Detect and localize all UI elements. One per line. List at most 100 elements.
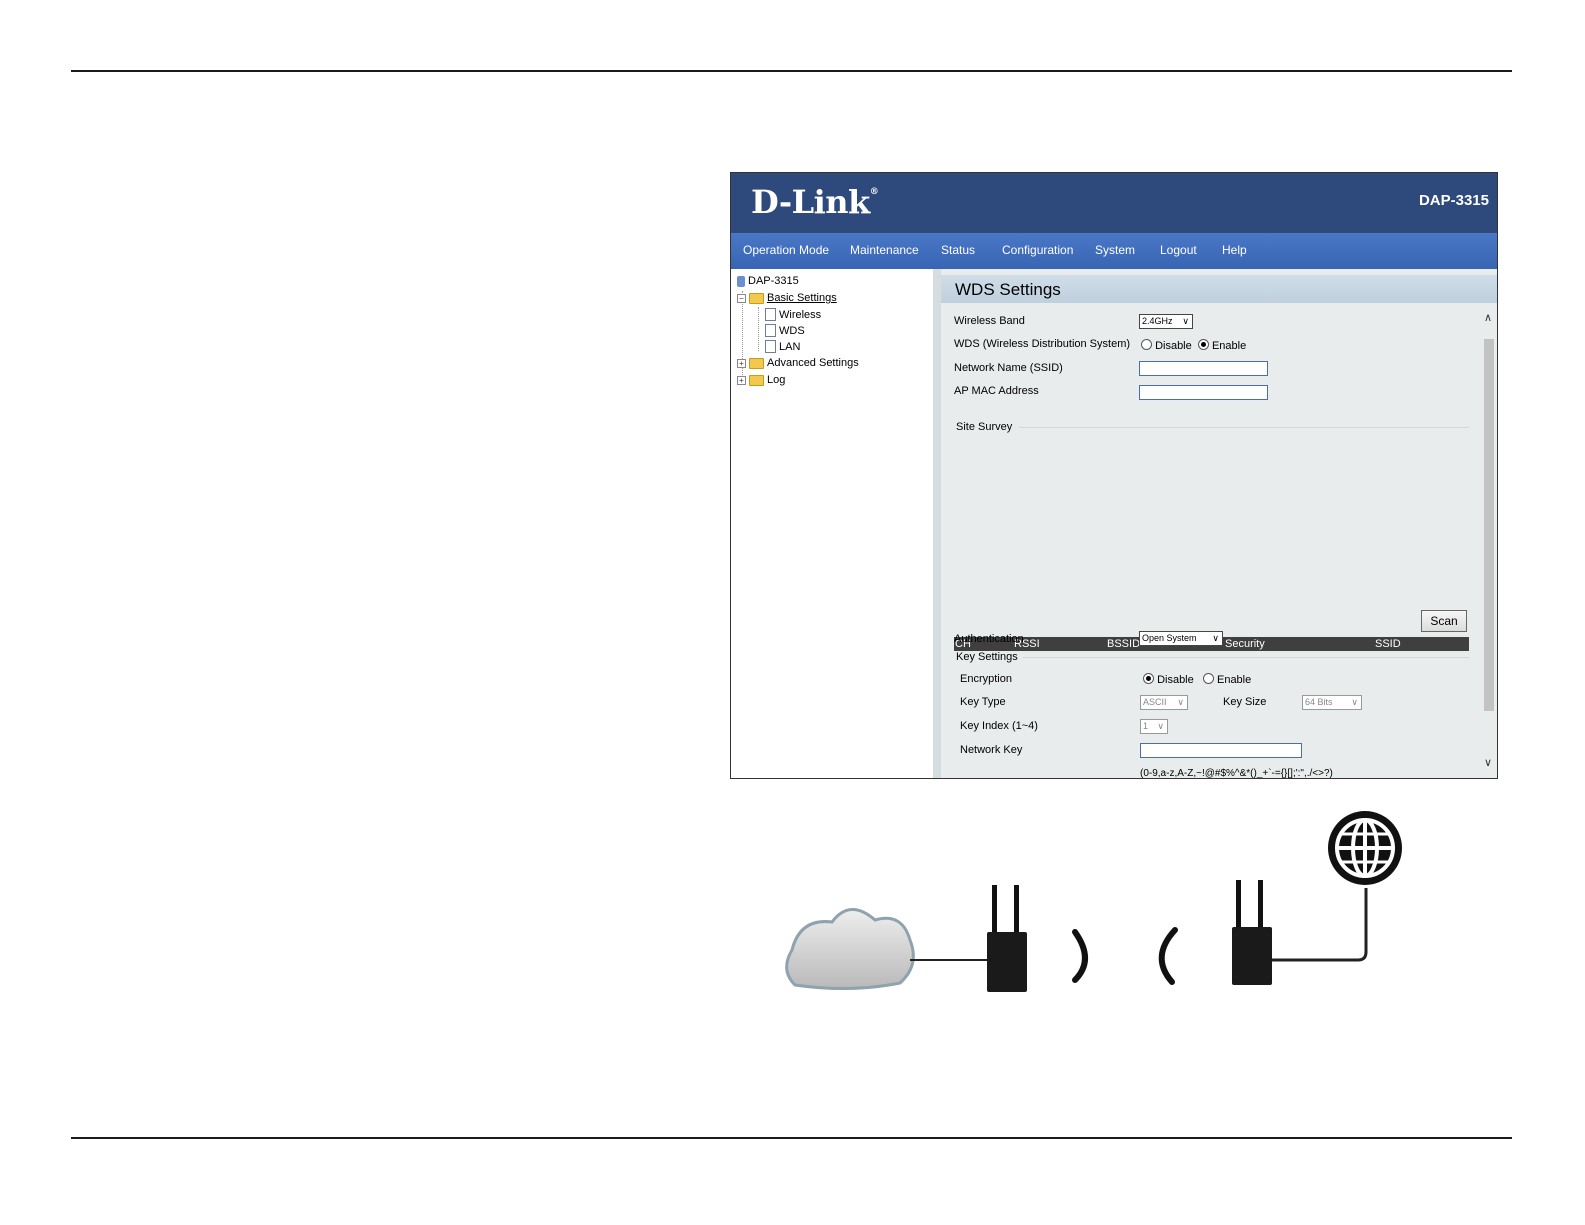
encryption-radio-group: Disable Enable (1143, 673, 1251, 686)
wds-disable-label: Disable (1155, 340, 1192, 352)
wds-label: WDS (Wireless Distribution System) (954, 338, 1131, 350)
wireless-band-value: 2.4GHz (1142, 316, 1173, 326)
vertical-scrollbar[interactable]: ∧ ∨ (1481, 309, 1497, 778)
page-icon (765, 324, 776, 337)
tree-root-label: DAP-3315 (748, 275, 799, 287)
key-index-select[interactable]: 1 ∨ (1140, 719, 1168, 734)
globe-icon (1328, 811, 1402, 885)
header-bar: D-Link® DAP-3315 (731, 173, 1497, 233)
wireless-band-select[interactable]: 2.4GHz ∨ (1139, 314, 1193, 329)
wireless-band-label: Wireless Band (954, 315, 1025, 327)
chevron-down-icon: ∨ (1212, 633, 1219, 643)
key-type-label: Key Type (960, 696, 1006, 708)
wds-settings-panel: WDS Settings Wireless Band 2.4GHz ∨ WDS (… (941, 269, 1497, 778)
bottom-rule (71, 1137, 1512, 1139)
ssid-label: Network Name (SSID) (954, 362, 1063, 374)
tree-item-wds[interactable]: WDS (765, 324, 805, 337)
ap-mac-input[interactable] (1139, 385, 1268, 400)
tree-advanced-settings[interactable]: + Advanced Settings (737, 357, 859, 369)
tree-basic-label: Basic Settings (767, 292, 837, 304)
key-index-label: Key Index (1~4) (960, 720, 1038, 732)
nav-maintenance[interactable]: Maintenance (850, 243, 919, 257)
encryption-enable-label: Enable (1216, 674, 1252, 686)
expand-icon[interactable]: + (737, 358, 746, 368)
top-nav: Operation Mode Maintenance Status Config… (731, 233, 1497, 269)
chevron-down-icon: ∨ (1182, 316, 1189, 326)
top-rule (71, 70, 1512, 72)
link-line (1272, 888, 1368, 962)
key-settings-label: Key Settings (956, 651, 1018, 663)
nav-operation-mode[interactable]: Operation Mode (743, 243, 829, 257)
nav-system[interactable]: System (1095, 243, 1135, 257)
network-key-label: Network Key (960, 744, 1023, 756)
key-size-value: 64 Bits (1305, 697, 1333, 707)
wds-radio-group: Disable Enable (1141, 339, 1246, 352)
key-type-select[interactable]: ASCII ∨ (1140, 695, 1188, 710)
tree-wds-label: WDS (779, 324, 805, 337)
encryption-disable-radio[interactable] (1143, 673, 1154, 684)
column-security: Security (1225, 638, 1265, 650)
chevron-down-icon: ∨ (1351, 697, 1358, 707)
tree-lan-label: LAN (779, 340, 801, 353)
folder-icon (749, 357, 764, 369)
tree-item-wireless[interactable]: Wireless (765, 308, 821, 321)
page-title: WDS Settings (955, 280, 1061, 299)
nav-help[interactable]: Help (1222, 243, 1247, 257)
wds-disable-radio[interactable] (1141, 339, 1152, 350)
key-size-label: Key Size (1223, 696, 1267, 708)
tree-basic-settings[interactable]: − Basic Settings (737, 292, 837, 304)
key-size-select[interactable]: 64 Bits ∨ (1302, 695, 1362, 710)
page-icon (765, 308, 776, 321)
scrollbar-thumb[interactable] (1484, 339, 1494, 711)
nav-logout[interactable]: Logout (1160, 243, 1197, 257)
tree-wireless-label: Wireless (779, 308, 822, 321)
folder-open-icon (749, 292, 764, 304)
wds-enable-label: Enable (1211, 340, 1247, 352)
access-point-icon (1232, 880, 1272, 985)
folder-icon (749, 374, 764, 386)
page-title-bar: WDS Settings (941, 275, 1497, 303)
site-survey-label: Site Survey (956, 421, 1013, 433)
column-ssid: SSID (1375, 638, 1401, 650)
computer-icon (737, 275, 745, 287)
tree-line (758, 307, 759, 351)
tree-log-label: Log (767, 374, 786, 386)
expand-icon[interactable]: + (737, 375, 746, 385)
tree-root[interactable]: DAP-3315 (737, 275, 799, 287)
network-key-input[interactable] (1140, 743, 1302, 758)
web-ui-screenshot: D-Link® DAP-3315 Operation Mode Maintena… (730, 172, 1498, 779)
network-key-hint: (0-9,a-z,A-Z,~!@#$%^&*()_+`-={}[];':",./… (1140, 768, 1333, 779)
wds-diagram (785, 811, 1402, 992)
sidebar-tree: DAP-3315 − Basic Settings Wireless WDS L… (731, 269, 941, 778)
access-point-icon (987, 885, 1027, 992)
chevron-up-icon[interactable]: ∧ (1484, 311, 1492, 324)
authentication-select[interactable]: Open System ∨ (1139, 631, 1223, 646)
ssid-input[interactable] (1139, 361, 1268, 376)
encryption-enable-radio[interactable] (1202, 673, 1214, 684)
collapse-icon[interactable]: − (737, 293, 746, 303)
column-bssid: BSSID (1107, 638, 1141, 650)
authentication-label: Authentication (954, 633, 1024, 645)
section-divider (1023, 657, 1469, 658)
key-index-value: 1 (1143, 721, 1149, 731)
encryption-label: Encryption (960, 673, 1012, 685)
nav-status[interactable]: Status (941, 243, 975, 257)
chevron-down-icon[interactable]: ∨ (1484, 756, 1492, 769)
authentication-value: Open System (1142, 633, 1197, 643)
signal-waves-icon (1072, 927, 1178, 985)
section-divider (1019, 427, 1469, 428)
page-icon (765, 340, 776, 353)
scan-button[interactable]: Scan (1421, 610, 1467, 632)
wds-enable-radio[interactable] (1197, 339, 1209, 350)
encryption-disable-label: Disable (1157, 674, 1194, 686)
key-type-value: ASCII (1143, 697, 1167, 707)
dlink-logo: D-Link® (751, 183, 879, 221)
tree-item-lan[interactable]: LAN (765, 340, 800, 353)
tree-log[interactable]: + Log (737, 374, 785, 386)
tree-advanced-label: Advanced Settings (767, 357, 859, 369)
chevron-down-icon: ∨ (1177, 697, 1184, 707)
nav-configuration[interactable]: Configuration (1002, 243, 1073, 257)
mac-label: AP MAC Address (954, 385, 1039, 397)
model-name: DAP-3315 (1418, 192, 1489, 209)
cloud-icon (785, 908, 915, 991)
